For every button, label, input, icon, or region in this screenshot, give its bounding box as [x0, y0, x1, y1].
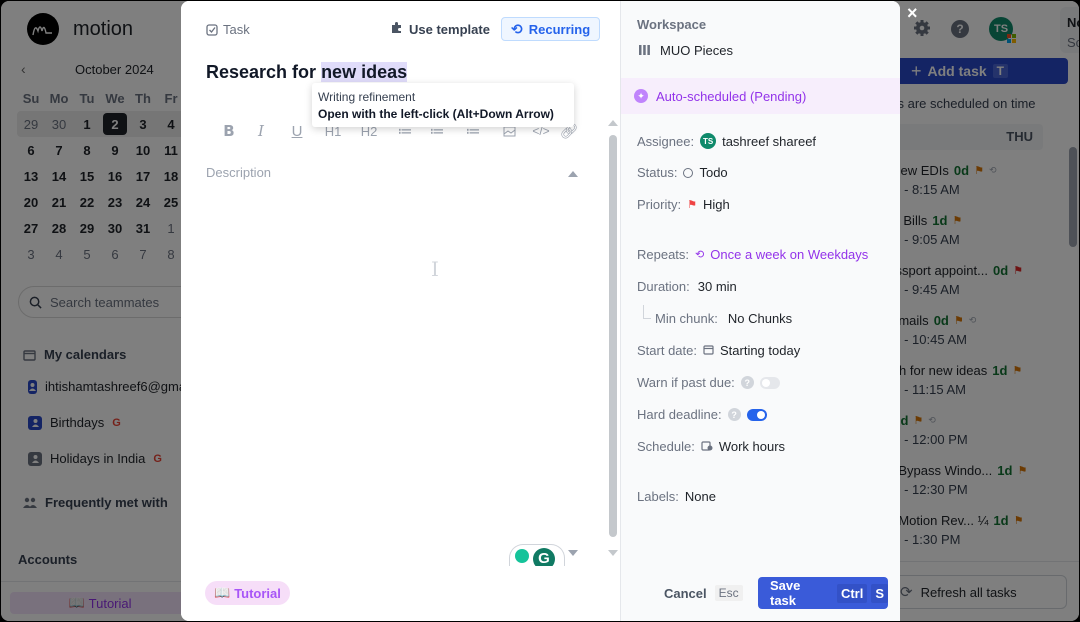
italic-button[interactable]: I — [245, 122, 277, 140]
tutorial-label: Tutorial — [234, 585, 281, 601]
task-editor-main: Task Use template ⟲ Recurring Research f… — [181, 1, 620, 621]
task-title-input[interactable]: Research for new ideas — [206, 62, 408, 83]
start-date-field[interactable]: Start date: Starting today — [637, 343, 800, 358]
task-editor-modal: Task Use template ⟲ Recurring Research f… — [181, 1, 900, 621]
priority-label: Priority: — [637, 197, 682, 212]
auto-scheduled-status[interactable]: ✦ Auto-scheduled (Pending) — [621, 78, 900, 114]
schedule-field[interactable]: Schedule: Work hours — [637, 439, 785, 454]
workspace-selector[interactable]: MUO Pieces — [639, 43, 733, 58]
recurring-label: Recurring — [528, 21, 591, 37]
checkbox-icon — [206, 23, 218, 36]
duration-field[interactable]: Duration: 30 min — [637, 279, 737, 294]
cancel-label: Cancel — [664, 585, 707, 601]
workspace-icon — [639, 43, 650, 58]
status-circle-icon — [683, 167, 694, 178]
schedule-value: Work hours — [718, 439, 786, 454]
auto-scheduled-label: Auto-scheduled (Pending) — [656, 88, 807, 104]
repeats-label: Repeats: — [637, 247, 690, 262]
labels-label: Labels: — [637, 489, 679, 504]
auto-schedule-icon: ✦ — [634, 89, 648, 103]
assignee-field[interactable]: Assignee: TS tashreef shareef — [637, 133, 816, 149]
task-title-highlighted: new ideas — [321, 62, 408, 82]
editor-scrollbar[interactable] — [609, 135, 617, 537]
repeats-value: Once a week on Weekdays — [710, 247, 869, 262]
tooltip-title: Writing refinement — [318, 90, 416, 104]
start-date-value: Starting today — [719, 343, 801, 358]
cancel-shortcut: Esc — [714, 585, 743, 601]
tooltip-body: Open with the left-click (Alt+Down Arrow… — [318, 107, 554, 121]
duration-label: Duration: — [637, 279, 690, 294]
task-type-label: Task — [223, 22, 250, 37]
save-label: Save task — [770, 578, 801, 608]
repeats-field[interactable]: Repeats: ⟲ Once a week on Weekdays — [637, 247, 868, 262]
tree-connector — [643, 305, 651, 319]
min-chunk-field[interactable]: Min chunk: No Chunks — [655, 311, 792, 326]
save-shortcut-s: S — [871, 583, 888, 603]
schedule-icon — [701, 439, 713, 454]
workspace-label: Workspace — [637, 17, 707, 32]
scroll-down-arrow[interactable] — [608, 550, 618, 556]
schedule-label: Schedule: — [637, 439, 695, 454]
labels-field[interactable]: Labels: None — [637, 489, 716, 504]
duration-value: 30 min — [697, 279, 737, 294]
labels-value: None — [684, 489, 716, 504]
underline-button[interactable]: U — [277, 123, 317, 140]
task-type-indicator[interactable]: Task — [206, 22, 250, 37]
warn-past-due-toggle[interactable] — [759, 376, 780, 389]
description-collapse-icon[interactable] — [568, 171, 578, 177]
help-icon[interactable]: ? — [740, 376, 754, 389]
save-task-button[interactable]: Save task Ctrl S — [758, 577, 888, 609]
recurring-button[interactable]: ⟲ Recurring — [501, 17, 601, 41]
lightbulb-icon — [515, 548, 529, 563]
assignee-value: tashreef shareef — [722, 133, 817, 149]
status-value: Todo — [699, 165, 728, 180]
min-chunk-label: Min chunk: — [655, 311, 718, 326]
help-icon[interactable]: ? — [727, 408, 741, 421]
task-title-text: Research for — [206, 62, 322, 82]
status-field[interactable]: Status: Todo — [637, 165, 728, 180]
priority-value: High — [702, 197, 730, 212]
grammarly-tooltip: Writing refinement Open with the left-cl… — [312, 83, 574, 127]
calendar-icon — [703, 343, 714, 358]
min-chunk-value: No Chunks — [727, 311, 793, 326]
status-label: Status: — [637, 165, 678, 180]
save-shortcut-ctrl: Ctrl — [836, 583, 868, 603]
text-cursor-icon: I — [431, 257, 439, 281]
use-template-label: Use template — [409, 21, 490, 37]
recurring-icon: ⟲ — [695, 249, 705, 261]
book-icon: 📖 — [214, 585, 231, 600]
hard-deadline-label: Hard deadline: — [637, 407, 722, 422]
priority-field[interactable]: Priority: ⚑ High — [637, 197, 730, 212]
hard-deadline-toggle[interactable] — [746, 408, 767, 421]
description-input[interactable]: Description — [206, 165, 271, 180]
puzzle-icon — [390, 21, 403, 37]
close-modal-button[interactable]: × — [907, 3, 918, 24]
start-date-label: Start date: — [637, 343, 697, 358]
image-icon[interactable] — [493, 126, 525, 137]
use-template-button[interactable]: Use template — [390, 21, 490, 37]
grammarly-widget[interactable]: G — [509, 544, 565, 566]
tutorial-button[interactable]: 📖 Tutorial — [205, 581, 290, 605]
recurring-icon: ⟲ — [511, 20, 523, 37]
warn-label: Warn if past due: — [637, 375, 735, 390]
task-properties-panel: Workspace MUO Pieces ✦ Auto-scheduled (P… — [620, 1, 900, 621]
assignee-label: Assignee: — [637, 133, 695, 149]
workspace-value: MUO Pieces — [660, 43, 733, 58]
scroll-up-arrow[interactable] — [608, 120, 618, 126]
bold-button[interactable]: B — [213, 122, 245, 140]
grammarly-dropdown-icon[interactable] — [568, 550, 578, 556]
grammarly-icon: G — [533, 547, 555, 566]
hard-deadline-field: Hard deadline: ? — [637, 407, 767, 422]
cancel-button[interactable]: Cancel Esc — [664, 585, 743, 601]
warn-past-due-field: Warn if past due: ? — [637, 375, 780, 390]
flag-icon: ⚑ — [687, 199, 697, 211]
assignee-avatar: TS — [700, 133, 717, 149]
